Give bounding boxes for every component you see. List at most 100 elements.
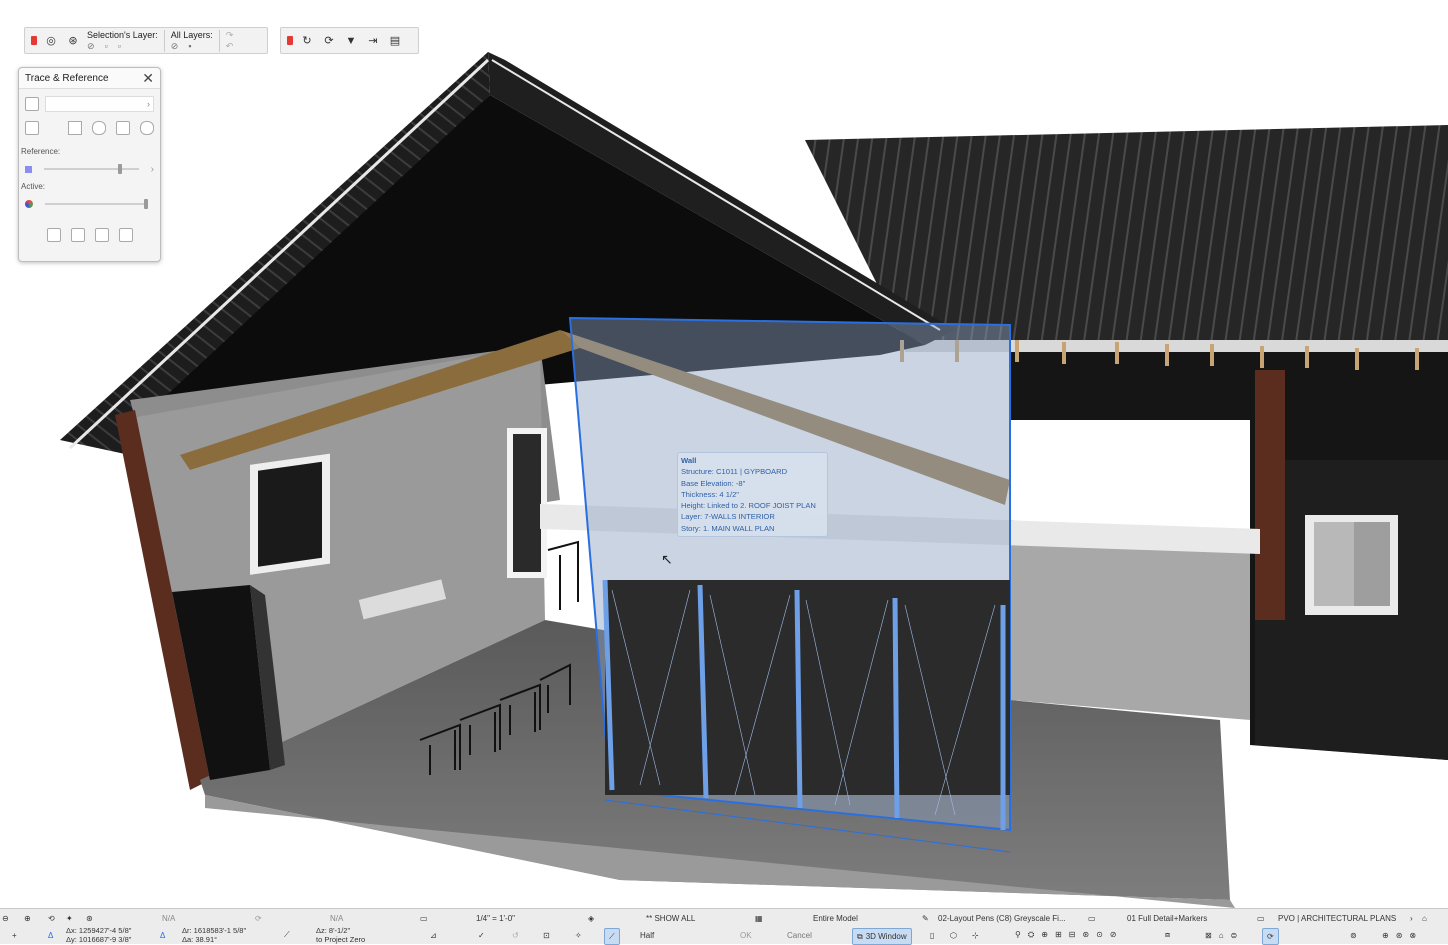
lock-all-icon[interactable]: ▪ [188,41,191,52]
cutaway-icon[interactable]: ⧈ [1165,928,1170,942]
move-reference-icon[interactable] [68,121,82,135]
panel-header: Trace & Reference ✕ [19,68,160,89]
scale-select[interactable]: 1/4" = 1'-0" [476,911,515,925]
reference-opacity-slider[interactable] [44,164,139,174]
layer-lock-icon[interactable]: ⊛ [65,33,81,49]
check-icon[interactable]: ✓ [478,928,485,942]
chevron-right-icon[interactable]: › [1410,911,1413,925]
na-field-1[interactable]: N/A [162,911,175,925]
rotate-icon[interactable]: ↻ [299,33,315,49]
to-project-zero-select[interactable]: to Project Zero [316,935,365,944]
coord-x[interactable]: Δx: 1259427'-4 5/8" [66,926,131,935]
slider-knob[interactable] [143,199,148,209]
separator [218,29,220,52]
ruler-icon[interactable]: ⟋ [284,928,290,942]
filter-icons[interactable]: ⊠⌂⊜ [1205,928,1244,942]
mirror-reference-icon[interactable] [116,121,130,135]
snap-guide-button[interactable]: ⟋ [604,928,620,945]
left-window [250,453,330,575]
layer-combination-select[interactable]: ** SHOW ALL [646,911,695,925]
view-mode-icon[interactable]: ⊹ [972,928,979,942]
half-select[interactable]: Half [640,928,654,942]
na-field-2[interactable]: N/A [330,911,343,925]
pen-set-icon: ✎ [922,913,929,923]
right-window [1305,515,1398,615]
selection-layer-label: Selection's Layer: [87,29,158,40]
zoom-in-icon[interactable]: ⊕ [24,911,31,925]
undo-redo-group: ↷ ↶ [226,30,234,52]
coord-y[interactable]: Δy: 1016687'-9 3/8" [66,935,131,944]
fit-zoom-icon[interactable]: ⊛ [86,911,93,925]
mvo-select[interactable]: 01 Full Detail+Markers [1127,911,1207,925]
angle-icon[interactable]: ⊿ [430,928,437,942]
reference-label: Reference: [21,147,61,156]
mvo-icon: ▭ [1088,913,1096,923]
explore-button[interactable]: ⟳ [1262,928,1279,945]
add-icon[interactable]: + [12,928,17,942]
delta-icon[interactable]: Δ [48,928,53,942]
coord-r[interactable]: Δr: 1618583'-1 5/8" [182,926,246,935]
rotate-swap-icon[interactable]: ⟳ [321,33,337,49]
delta-icon-2[interactable]: Δ [160,928,165,942]
tooltip-title: Wall [681,456,697,465]
model-view-icon: ▦ [755,913,763,923]
close-icon[interactable]: ✕ [142,70,154,87]
tracker-icon[interactable]: ↺ [512,928,519,942]
zoom-out-icon[interactable]: ⊖ [2,911,9,925]
slider-knob[interactable] [117,164,122,174]
eye-icon[interactable]: ◎ [43,33,59,49]
pin-icon[interactable]: ▼ [343,33,359,49]
separator [163,29,165,52]
pen-set-select[interactable]: 02-Layout Pens (C8) Greyscale Fi... [938,911,1066,925]
orbit-icon[interactable]: ⟲ [48,911,55,925]
tooltip-base-elevation: Base Elevation: -8" [681,478,746,488]
perspective-icon[interactable]: ⬡ [950,928,957,942]
coord-a[interactable]: Δa: 38.91° [182,935,217,944]
tooltip-thickness: Thickness: 4 1/2" [681,489,739,499]
camera-icon[interactable]: ⊚ [1350,928,1357,942]
undo-icon[interactable]: ↶ [226,41,234,52]
reference-source-select[interactable]: › [45,96,154,112]
rotate-view-icon[interactable]: ⟳ [255,911,262,925]
switch-reference-icon[interactable] [25,121,39,135]
coord-z[interactable]: Δz: 8'-1/2" [316,926,350,935]
lock-icon[interactable]: ▫ [105,41,108,52]
view-set-select[interactable]: PVO | ARCHITECTURAL PLANS [1278,911,1396,925]
tooltip-height: Height: Linked to 2. ROOF JOIST PLAN [681,501,816,511]
all-layers-label: All Layers: [170,29,213,40]
unlock-icon[interactable]: ▫ [118,41,121,52]
navigator-icons[interactable]: ⚲⛭⊕⊞⊟⊛⊙⊘ [1015,928,1123,942]
trace-toolbar: ↻ ⟳ ▼ ⇥ ▤ [280,27,419,54]
model-view-select[interactable]: Entire Model [813,911,858,925]
reset-reference-icon[interactable] [140,121,154,135]
active-color-icon[interactable] [25,200,33,208]
cancel-button[interactable]: Cancel [787,928,812,942]
walk-icon[interactable]: ✦ [66,911,73,925]
reference-color-icon[interactable] [25,165,32,173]
compare-icon-1[interactable] [46,228,61,242]
3d-window-button[interactable]: ⧉ 3D Window [852,928,912,945]
active-opacity-slider[interactable] [45,199,148,209]
rotate-reference-icon[interactable] [92,121,106,135]
chevron-right-icon[interactable]: › [151,164,154,175]
ok-button[interactable]: OK [740,928,752,942]
redo-icon[interactable]: ↷ [226,30,234,41]
reference-icon[interactable] [25,97,39,111]
selected-wall[interactable] [568,316,1011,853]
renovation-icon[interactable]: ⌂ [1422,911,1427,925]
compare-icon-3[interactable] [94,228,109,242]
parallel-icon[interactable]: ▯ [930,928,934,942]
export-icon[interactable]: ⇥ [365,33,381,49]
hide-icon[interactable]: ⊘ [87,41,95,52]
show-all-icon[interactable]: ⊘ [171,41,179,52]
snap-grid-icon[interactable]: ⊡ [543,928,550,942]
coords-xy: Δx: 1259427'-4 5/8" Δy: 1016687'-9 3/8" [66,926,131,944]
compare-icon-2[interactable] [70,228,85,242]
3d-window-label: 3D Window [865,932,907,941]
document-icon[interactable]: ▤ [387,33,403,49]
magic-wand-icon[interactable]: ✧ [575,928,582,942]
brick-column [1255,370,1285,620]
compare-icon-4[interactable] [118,228,133,242]
palette-flag-icon [31,36,37,45]
globe-icons[interactable]: ⊕⊛⊗ [1382,928,1423,942]
